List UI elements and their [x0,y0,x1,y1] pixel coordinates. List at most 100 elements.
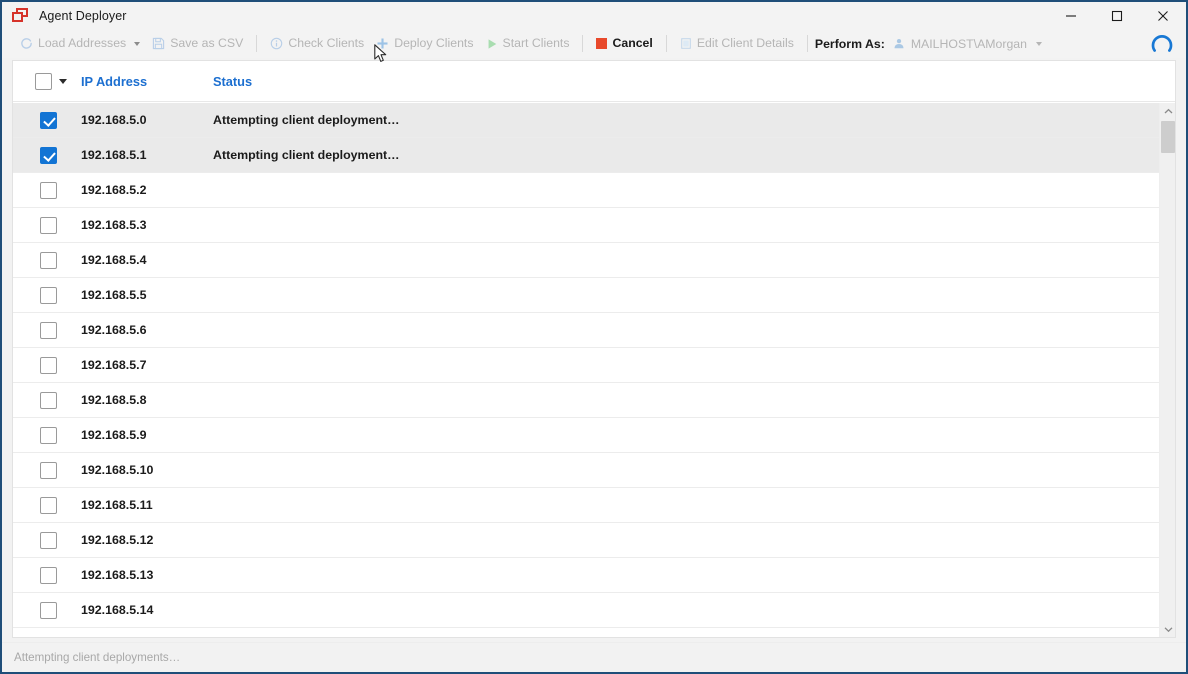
window-title: Agent Deployer [39,8,127,23]
table-row[interactable]: 192.168.5.4 [13,243,1159,278]
row-checkbox-cell[interactable] [13,286,81,304]
row-checkbox[interactable] [40,216,57,234]
chevron-down-icon[interactable] [59,78,67,84]
list-header-row: IP Address Status [13,61,1175,102]
table-row[interactable]: 192.168.5.1 Attempting client deployment… [13,138,1159,173]
play-icon [488,38,496,49]
row-checkbox-cell[interactable] [13,146,81,164]
table-row[interactable]: 192.168.5.7 [13,348,1159,383]
client-list-body[interactable]: 192.168.5.0 Attempting client deployment…… [13,103,1159,637]
row-checkbox[interactable] [40,426,57,444]
save-as-csv-label: Save as CSV [170,36,244,51]
row-checkbox-cell[interactable] [13,216,81,234]
save-as-csv-button[interactable]: Save as CSV [146,32,249,56]
scroll-down-button[interactable] [1160,621,1175,637]
row-checkbox[interactable] [40,181,57,199]
row-checkbox[interactable] [40,356,57,374]
row-checkbox[interactable] [40,496,57,514]
row-checkbox-cell[interactable] [13,321,81,339]
row-checkbox-cell[interactable] [13,531,81,549]
cell-ip-address: 192.168.5.0 [81,113,147,127]
row-checkbox[interactable] [40,461,57,479]
table-row[interactable]: 192.168.5.9 [13,418,1159,453]
row-checkbox-cell[interactable] [13,636,81,637]
column-header-ip-address[interactable]: IP Address [81,74,213,89]
deploy-clients-label: Deploy Clients [394,36,474,51]
row-checkbox-cell[interactable] [13,356,81,374]
maximize-icon [1111,10,1123,22]
edit-client-details-label: Edit Client Details [696,36,794,51]
column-header-status[interactable]: Status [213,74,1175,89]
stop-square-icon [596,38,608,49]
table-row[interactable]: 192.168.5.13 [13,558,1159,593]
row-checkbox-cell[interactable] [13,181,81,199]
minimize-button[interactable] [1048,2,1094,30]
perform-as-selector[interactable]: MAILHOST\AMorgan [893,37,1042,51]
table-row[interactable]: 192.168.5.0 Attempting client deployment… [13,103,1159,138]
close-button[interactable] [1140,2,1186,30]
row-checkbox-cell[interactable] [13,111,81,129]
row-checkbox[interactable] [40,146,57,164]
select-all-checkbox[interactable] [35,72,52,90]
table-row[interactable]: 192.168.5.6 [13,313,1159,348]
table-row[interactable]: 192.168.5.11 [13,488,1159,523]
cell-ip-address: 192.168.5.7 [81,358,147,372]
row-checkbox[interactable] [40,636,57,637]
title-bar: Agent Deployer [2,2,1186,30]
row-checkbox[interactable] [40,286,57,304]
row-checkbox-cell[interactable] [13,566,81,584]
cell-status: Attempting client deployment… [213,113,400,127]
cancel-button[interactable]: Cancel [590,32,658,56]
check-clients-button[interactable]: Check Clients [264,32,370,56]
edit-client-details-button[interactable]: Edit Client Details [674,32,800,56]
loading-spinner-icon [1151,35,1173,52]
table-row[interactable]: 192.168.5.5 [13,278,1159,313]
cell-ip-address: 192.168.5.11 [81,498,153,512]
row-checkbox-cell[interactable] [13,251,81,269]
window-controls [1048,2,1186,30]
row-checkbox-cell[interactable] [13,391,81,409]
cell-ip-address: 192.168.5.12 [81,533,154,547]
scroll-up-button[interactable] [1160,103,1175,119]
maximize-button[interactable] [1094,2,1140,30]
client-list-panel: IP Address Status 192.168.5.0 Attempting … [12,60,1176,638]
cell-ip-address: 192.168.5.5 [81,288,147,302]
cell-ip-address: 192.168.5.14 [81,603,154,617]
load-addresses-button[interactable]: Load Addresses [14,32,146,56]
vertical-scrollbar[interactable] [1159,103,1175,637]
chevron-down-icon [1036,41,1042,46]
table-row[interactable]: 192.168.5.14 [13,593,1159,628]
row-checkbox[interactable] [40,566,57,584]
table-row[interactable]: 192.168.5.8 [13,383,1159,418]
row-checkbox-cell[interactable] [13,426,81,444]
info-circle-icon [271,37,283,50]
row-checkbox-cell[interactable] [13,496,81,514]
chevron-down-icon [134,41,141,46]
row-checkbox[interactable] [40,111,57,129]
table-row[interactable]: 192.168.5.2 [13,173,1159,208]
row-checkbox[interactable] [40,321,57,339]
scrollbar-thumb[interactable] [1161,121,1175,153]
table-row[interactable]: 192.168.5.12 [13,523,1159,558]
row-checkbox[interactable] [40,531,57,549]
row-checkbox[interactable] [40,601,57,619]
table-row[interactable] [13,628,1159,637]
status-bar-text: Attempting client deployments… [14,651,181,664]
row-checkbox[interactable] [40,251,57,269]
row-checkbox-cell[interactable] [13,461,81,479]
row-checkbox-cell[interactable] [13,601,81,619]
perform-as-label: Perform As: [814,36,885,51]
start-clients-button[interactable]: Start Clients [480,32,576,56]
cell-ip-address: 192.168.5.13 [81,568,154,582]
floppy-disk-icon [153,37,165,50]
row-checkbox[interactable] [40,391,57,409]
deploy-clients-button[interactable]: Deploy Clients [370,32,479,56]
table-row[interactable]: 192.168.5.3 [13,208,1159,243]
cell-ip-address: 192.168.5.6 [81,323,147,337]
table-row[interactable]: 192.168.5.10 [13,453,1159,488]
select-all-cell[interactable] [13,72,81,90]
minimize-icon [1066,15,1076,17]
close-icon [1158,11,1168,21]
cell-ip-address: 192.168.5.4 [81,253,147,267]
check-clients-label: Check Clients [288,36,365,51]
